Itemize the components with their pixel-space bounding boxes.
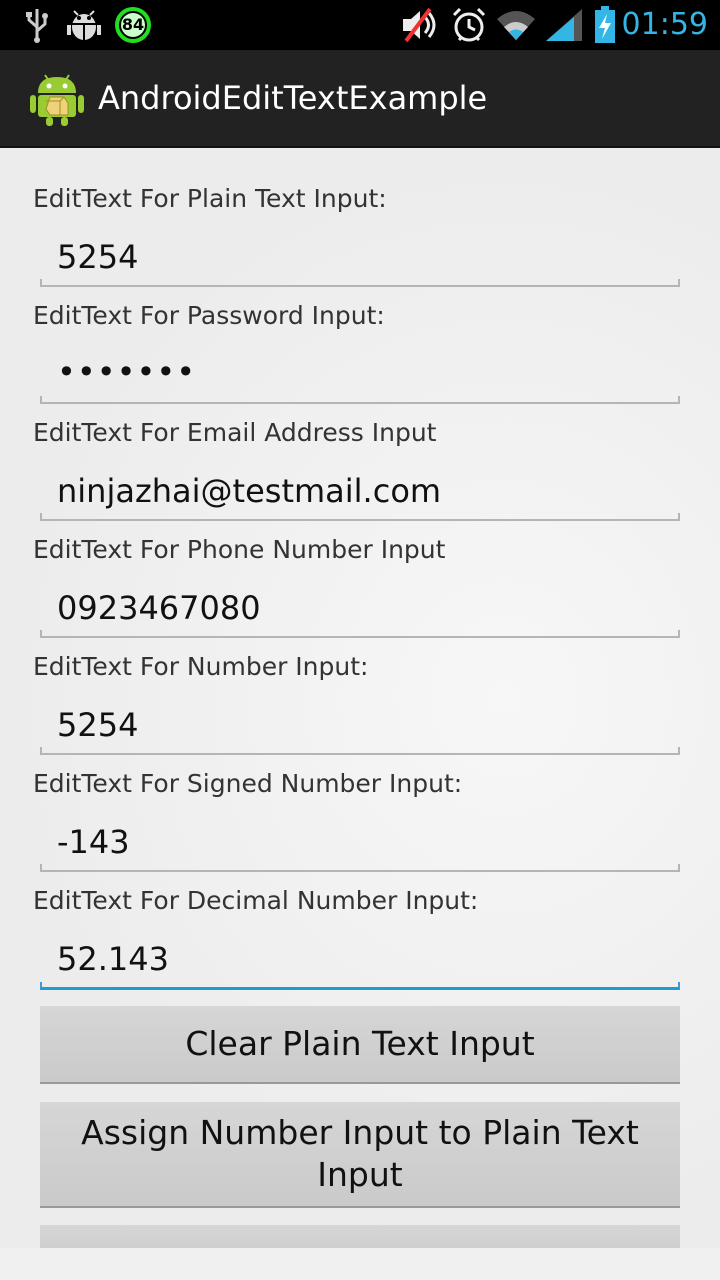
signed-number-label: EditText For Signed Number Input: <box>33 769 463 798</box>
password-input[interactable]: ••••••• <box>57 353 196 391</box>
plain-text-input[interactable]: 5254 <box>57 238 138 276</box>
signed-number-input-underline <box>40 864 680 872</box>
plain-text-input-underline <box>40 279 680 287</box>
status-clock: 01:59 <box>621 7 708 42</box>
number-input[interactable]: 5254 <box>57 706 138 744</box>
password-input-underline <box>40 396 680 404</box>
phone-label: EditText For Phone Number Input <box>33 535 446 564</box>
android-debug-icon <box>66 0 102 50</box>
phone-input-underline <box>40 630 680 638</box>
password-label: EditText For Password Input: <box>33 301 385 330</box>
decimal-number-input[interactable]: 52.143 <box>57 940 169 978</box>
battery-charging-icon <box>592 0 618 50</box>
decimal-number-label: EditText For Decimal Number Input: <box>33 886 479 915</box>
email-input[interactable]: ninjazhai@testmail.com <box>57 472 441 510</box>
assign-number-button[interactable]: Assign Number Input to Plain Text Input <box>40 1102 680 1208</box>
bottom-edge <box>0 1248 720 1280</box>
android-app-icon <box>28 69 86 127</box>
plain-text-label: EditText For Plain Text Input: <box>33 184 387 213</box>
phone-input[interactable]: 0923467080 <box>57 589 261 627</box>
email-input-underline <box>40 513 680 521</box>
signal-icon <box>544 0 584 50</box>
mute-icon <box>400 0 440 50</box>
decimal-number-input-underline <box>40 982 680 990</box>
form-content: EditText For Plain Text Input: 5254 Edit… <box>0 148 720 1265</box>
signed-number-input[interactable]: -143 <box>57 823 130 861</box>
number-label: EditText For Number Input: <box>33 652 369 681</box>
wifi-icon <box>494 0 538 50</box>
alarm-icon <box>450 0 488 50</box>
clear-plain-text-button[interactable]: Clear Plain Text Input <box>40 1006 680 1084</box>
status-bar: 84 01:59 <box>0 0 720 50</box>
number-input-underline <box>40 747 680 755</box>
app-title: AndroidEditTextExample <box>98 79 488 117</box>
battery-level-badge-icon: 84 <box>114 0 152 50</box>
usb-icon <box>22 0 52 50</box>
battery-badge-value: 84 <box>121 15 145 34</box>
action-bar: AndroidEditTextExample <box>0 50 720 148</box>
email-label: EditText For Email Address Input <box>33 418 437 447</box>
